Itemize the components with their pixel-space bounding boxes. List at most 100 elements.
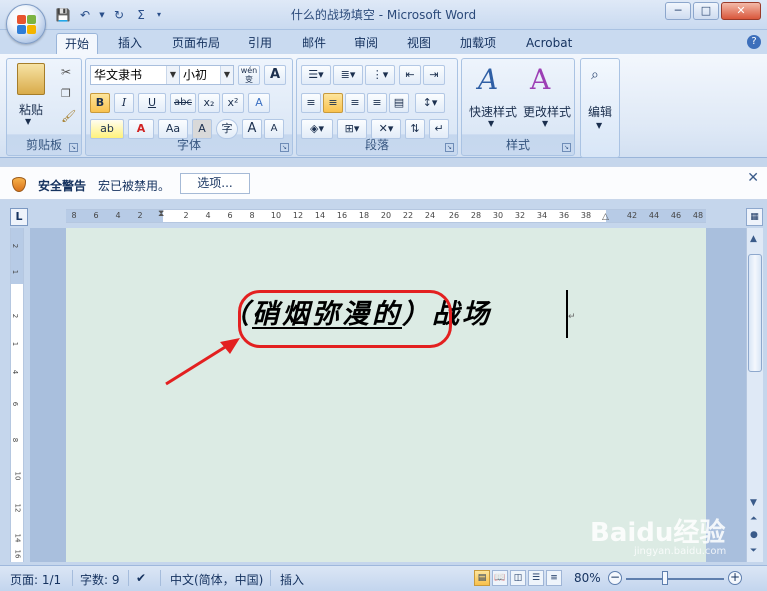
ruler-tick: 16 [336,211,348,220]
indent-marker-icon[interactable]: ⧗ [158,209,164,219]
ruler-tick: 36 [558,211,570,220]
tab-addins[interactable]: 加载项 [452,33,504,54]
superscript-button[interactable]: x² [222,93,244,113]
paragraph-group-label: 段落 [364,138,389,152]
print-layout-icon[interactable]: ▤ [474,570,490,586]
prev-page-icon[interactable]: ⏶ [750,514,757,524]
zoom-slider[interactable] [626,578,724,580]
font-launcher-icon[interactable]: ↘ [280,143,289,152]
quick-styles-icon[interactable]: A [478,63,498,96]
paragraph-group: ☰▾ ≣▾ ⋮▾ ⇤ ⇥ ≡ ≡ ≡ ≡ ▤ ↕▾ ◈▾ ⊞▾ ✕▾ ⇅ ↵ 段… [296,58,458,156]
scroll-thumb[interactable] [748,254,762,372]
styles-group-label: 样式 [505,138,530,152]
font-size-dropdown-icon[interactable]: ▼ [220,66,233,84]
options-button[interactable]: 选项... [180,173,250,194]
strikethrough-button[interactable]: abc [170,93,196,113]
browse-object-icon[interactable]: ● [750,530,758,540]
clipboard-launcher-icon[interactable]: ↘ [69,143,78,152]
zoom-out-icon[interactable]: − [608,571,622,585]
line-spacing-icon[interactable]: ↕▾ [415,93,445,113]
vertical-ruler[interactable]: 2 1 2 1 4 6 8 10 12 14 16 [10,228,24,562]
tab-view[interactable]: 视图 [399,33,439,54]
full-screen-reading-icon[interactable]: 📖 [492,570,508,586]
justify-icon[interactable]: ≡ [367,93,387,113]
outline-icon[interactable]: ☰ [528,570,544,586]
tab-selector[interactable]: L [10,208,28,226]
align-left-icon[interactable]: ≡ [301,93,321,113]
tab-references[interactable]: 引用 [240,33,280,54]
clear-format-button[interactable]: A [248,93,270,113]
paste-icon[interactable] [17,63,45,95]
web-layout-icon[interactable]: ◫ [510,570,526,586]
zoom-in-icon[interactable]: + [728,571,742,585]
maximize-button[interactable]: □ [693,2,719,20]
horizontal-ruler[interactable]: 8 6 4 2 2 4 6 8 10 12 14 16 18 20 22 24 26 28 30 32 34 36 38 42… [66,209,706,223]
tab-acrobat[interactable]: Acrobat [518,33,580,54]
align-center-icon[interactable]: ≡ [323,93,343,113]
security-title: 安全警告 [38,179,87,193]
ruler-tick: 6 [93,211,99,220]
bold-button[interactable]: B [90,93,110,113]
tab-mailings[interactable]: 邮件 [294,33,334,54]
ruler-tick: 4 [115,211,121,220]
font-name-dropdown-icon[interactable]: ▼ [166,66,179,84]
increase-indent-icon[interactable]: ⇥ [423,65,445,85]
paste-dropdown-icon[interactable]: ▼ [25,117,31,126]
view-ruler-icon[interactable]: ▦ [746,208,763,226]
status-divider [270,570,271,586]
phonetic-guide-button[interactable]: wén 变 [238,65,260,85]
right-indent-marker-icon[interactable]: △ [602,212,609,222]
insert-mode[interactable]: 插入 [280,571,304,588]
minimize-button[interactable]: ─ [665,2,691,20]
subscript-button[interactable]: x₂ [198,93,220,113]
ruler-tick: 8 [71,211,77,220]
paragraph-launcher-icon[interactable]: ↘ [445,143,454,152]
word-count[interactable]: 字数: 9 [80,571,120,588]
ruler-tick: 28 [470,211,482,220]
zoom-slider-handle[interactable] [662,571,668,585]
office-button[interactable] [6,4,46,44]
change-styles-icon[interactable]: A [530,63,550,96]
close-bar-icon[interactable]: ✕ [747,170,759,186]
align-right-icon[interactable]: ≡ [345,93,365,113]
ruler-tick: 6 [227,211,233,220]
copy-icon[interactable]: ❐ [61,87,71,100]
draft-icon[interactable]: ≡ [546,570,562,586]
change-styles-dropdown-icon[interactable]: ▼ [542,119,548,128]
proofing-icon[interactable]: ✔ [136,571,146,585]
char-border-button[interactable]: A [264,65,286,85]
italic-button[interactable]: I [114,93,134,113]
distributed-icon[interactable]: ▤ [389,93,409,113]
font-size-combo[interactable]: 小初 ▼ [179,65,234,85]
bullets-icon[interactable]: ☰▾ [301,65,331,85]
change-styles-label[interactable]: 更改样式 [520,103,574,120]
underline-button[interactable]: U [138,93,166,113]
ruler-tick: 2 [137,211,143,220]
vertical-scrollbar[interactable]: ▲ ▼ ⏶ ● ⏷ [746,228,763,562]
numbering-icon[interactable]: ≣▾ [333,65,363,85]
close-button[interactable]: ✕ [721,2,761,20]
paste-label[interactable]: 粘贴 [11,101,51,118]
tab-insert[interactable]: 插入 [110,33,150,54]
multilevel-list-icon[interactable]: ⋮▾ [365,65,395,85]
scroll-up-icon[interactable]: ▲ [750,234,757,244]
cut-icon[interactable]: ✂ [61,65,71,79]
help-icon[interactable]: ? [747,35,761,49]
font-name-combo[interactable]: 华文隶书 ▼ [90,65,180,85]
tab-page-layout[interactable]: 页面布局 [164,33,228,54]
quick-styles-label[interactable]: 快速样式 [466,103,520,120]
editing-group[interactable]: ⌕ 编辑 ▼ [580,58,620,158]
quick-styles-dropdown-icon[interactable]: ▼ [488,119,494,128]
styles-launcher-icon[interactable]: ↘ [562,143,571,152]
ruler-tick: 20 [380,211,392,220]
language[interactable]: 中文(简体，中国) [170,571,263,588]
title-bar: 💾 ↶ ▼ ↻ Σ ▾ 什么的战场填空 - Microsoft Word ─ □… [0,0,767,30]
zoom-level[interactable]: 80% [574,571,601,585]
decrease-indent-icon[interactable]: ⇤ [399,65,421,85]
page-count[interactable]: 页面: 1/1 [10,571,61,588]
tab-review[interactable]: 审阅 [346,33,386,54]
next-page-icon[interactable]: ⏷ [750,546,757,556]
format-painter-icon[interactable]: 🖌 [61,109,76,123]
tab-home[interactable]: 开始 [56,33,99,54]
scroll-down-icon[interactable]: ▼ [750,498,757,508]
